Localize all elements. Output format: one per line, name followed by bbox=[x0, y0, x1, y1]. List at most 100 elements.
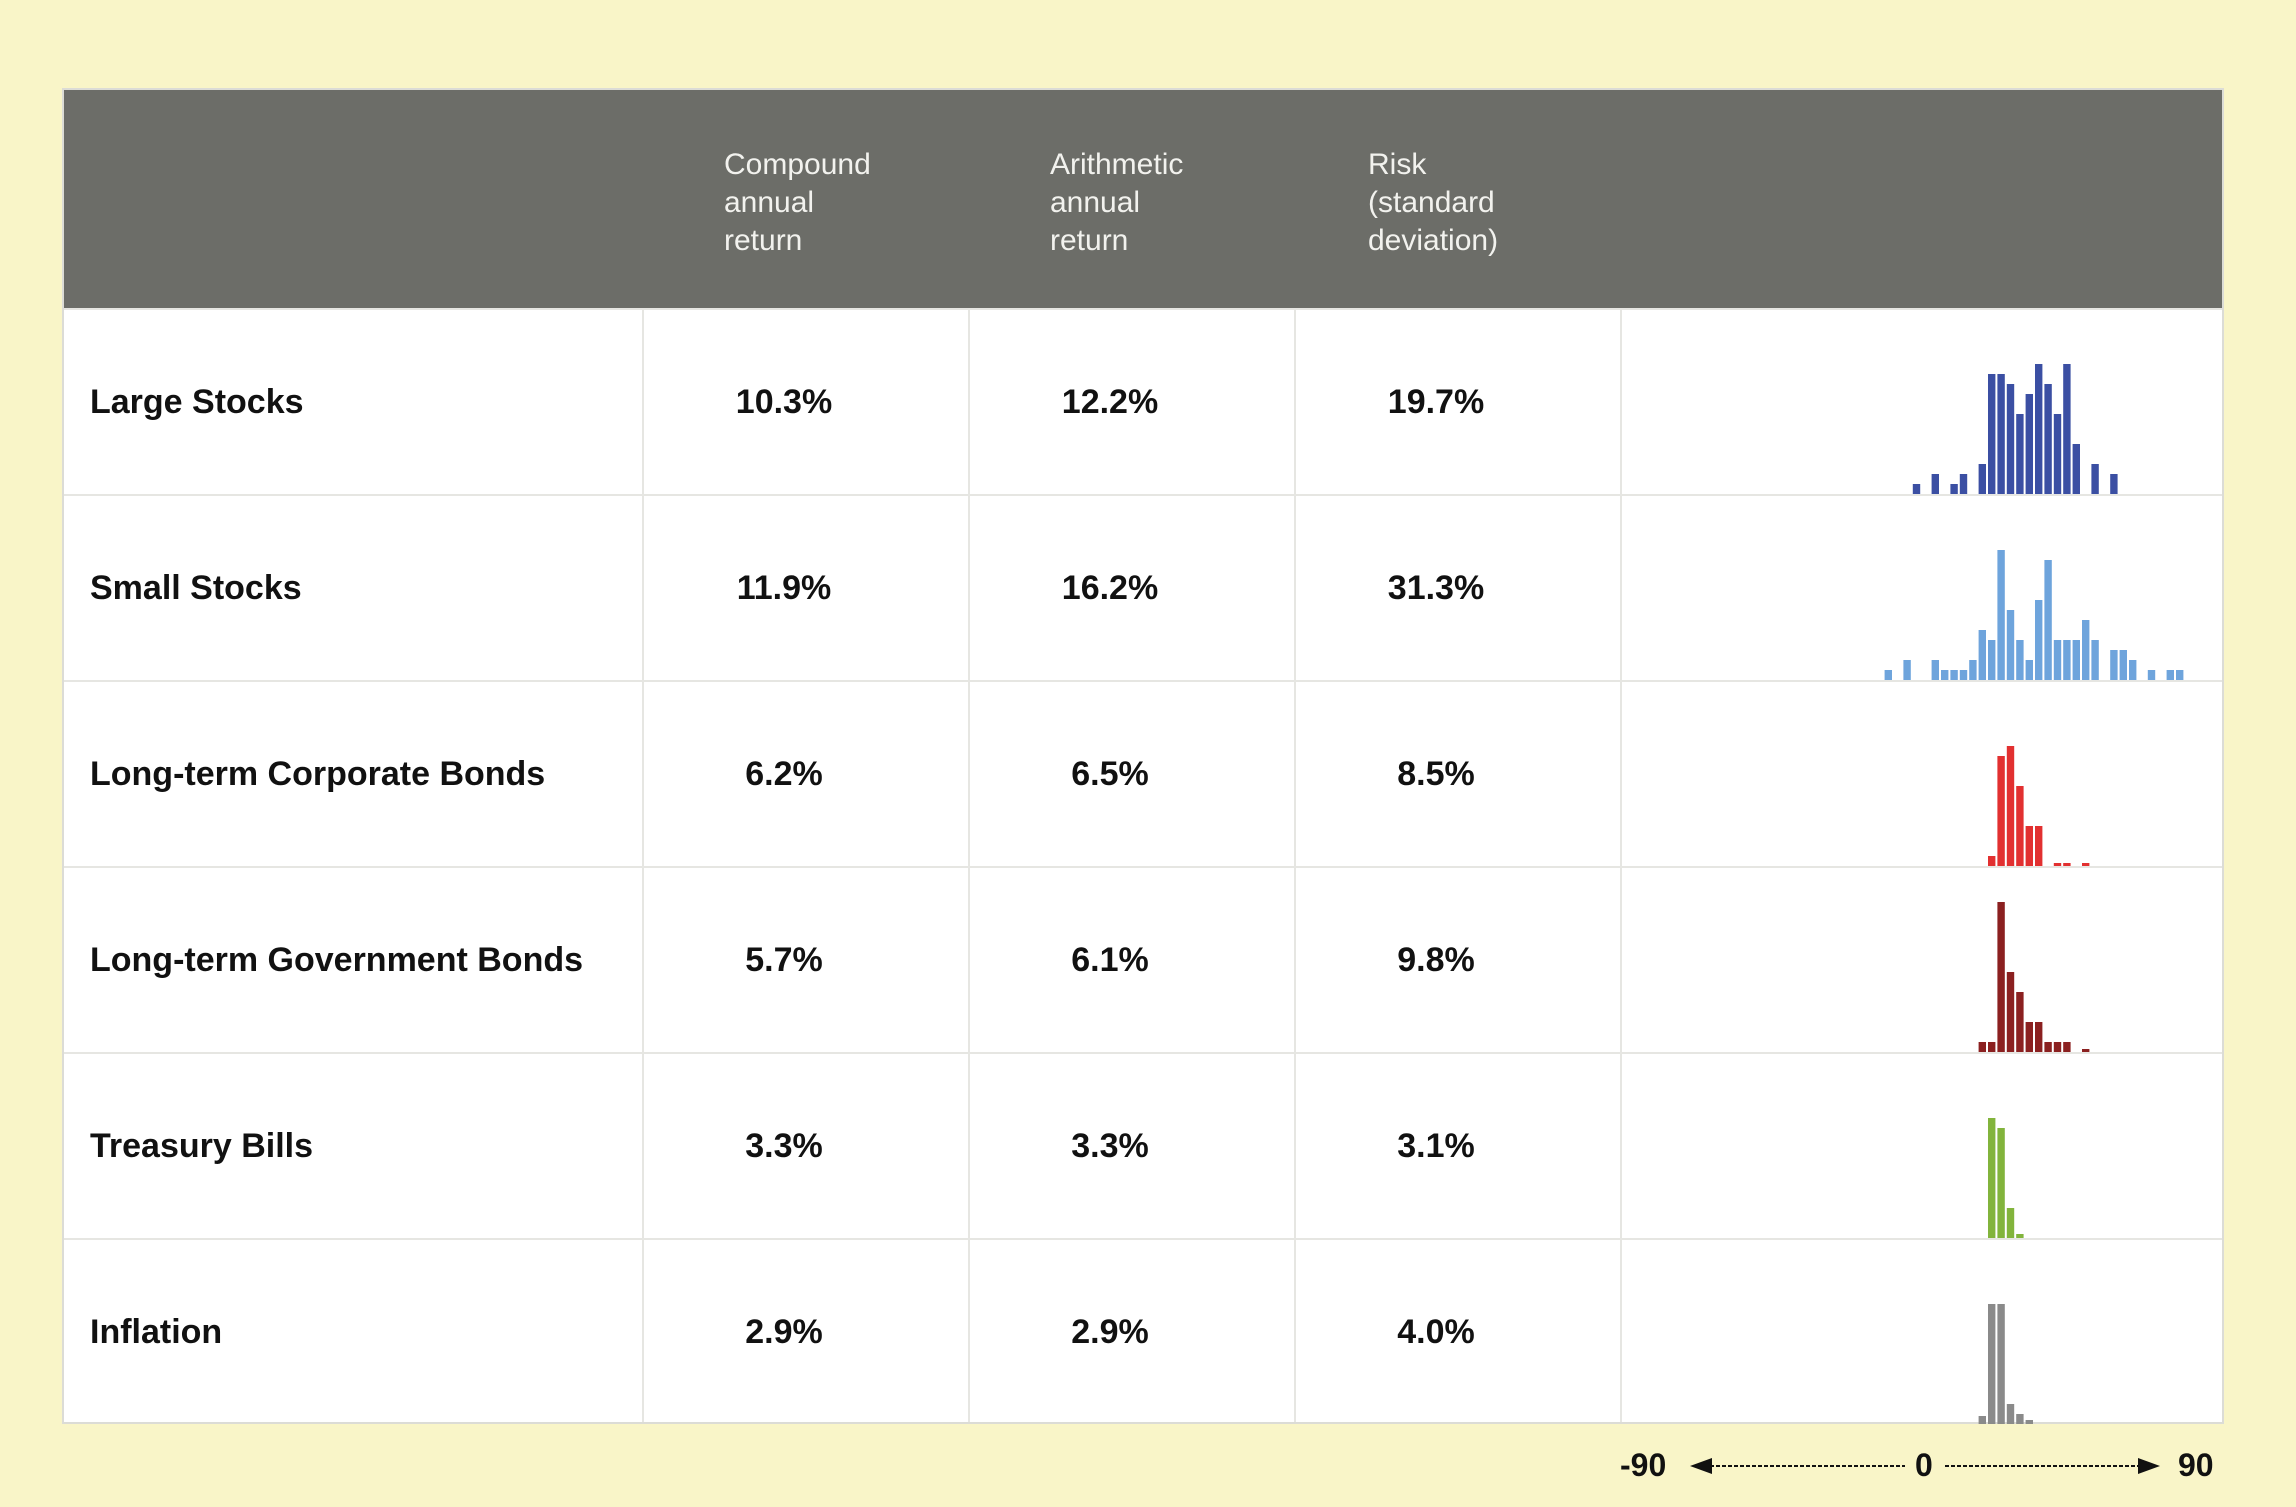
histogram-bar bbox=[1988, 640, 1996, 680]
header-risk: Risk (standard deviation) bbox=[1368, 148, 1499, 257]
histogram-bar bbox=[1997, 902, 2005, 1052]
returns-table: Compound annual return Arithmetic annual… bbox=[62, 88, 2224, 1424]
histogram bbox=[1978, 1304, 2033, 1424]
column-divider bbox=[968, 308, 970, 1422]
table-row: Small Stocks 11.9% 16.2% 31.3% bbox=[64, 494, 2222, 680]
histogram-bar bbox=[2035, 1022, 2043, 1052]
axis-left-arrow bbox=[1690, 1458, 1712, 1474]
histogram-bar bbox=[2091, 464, 2099, 494]
row-label: Large Stocks bbox=[90, 383, 304, 421]
histogram bbox=[1978, 902, 2090, 1052]
histogram-bar bbox=[1997, 1128, 2005, 1238]
histogram-bar bbox=[2072, 640, 2080, 680]
cell-arithmetic: 3.3% bbox=[1071, 1127, 1149, 1165]
table-header: Compound annual return Arithmetic annual… bbox=[64, 90, 2222, 308]
histogram-bar bbox=[2053, 640, 2062, 680]
histogram-bar bbox=[1931, 660, 1939, 680]
histogram-bar bbox=[1988, 374, 1996, 494]
histogram-bar bbox=[2053, 1042, 2062, 1052]
histogram-bar bbox=[2176, 670, 2184, 680]
table-row: Long-term Government Bonds 5.7% 6.1% 9.8% bbox=[64, 866, 2222, 1052]
cell-risk: 8.5% bbox=[1397, 755, 1475, 793]
histogram-bar bbox=[1959, 474, 1968, 494]
header-arithmetic-return: Arithmetic annual return bbox=[1050, 148, 1184, 257]
histogram-bar bbox=[2016, 414, 2024, 494]
cell-arithmetic: 2.9% bbox=[1071, 1313, 1149, 1351]
histogram-bar bbox=[1978, 1042, 1986, 1052]
histogram-bar bbox=[1950, 670, 1958, 680]
histogram-bar bbox=[2063, 364, 2071, 494]
histogram-bar bbox=[1941, 670, 1949, 680]
row-label: Inflation bbox=[90, 1313, 223, 1351]
histogram-bar bbox=[2119, 650, 2127, 680]
cell-arithmetic: 16.2% bbox=[1061, 569, 1159, 607]
cell-compound: 2.9% bbox=[745, 1313, 823, 1351]
axis-right-arrow bbox=[2138, 1458, 2160, 1474]
column-divider bbox=[1294, 308, 1296, 1422]
cell-arithmetic: 6.1% bbox=[1071, 941, 1149, 979]
histogram-bar bbox=[2053, 414, 2062, 494]
cell-risk: 31.3% bbox=[1387, 569, 1485, 607]
histogram-bar bbox=[2044, 384, 2052, 494]
cell-compound: 6.2% bbox=[745, 755, 823, 793]
table-row: Long-term Corporate Bonds 6.2% 6.5% 8.5% bbox=[64, 680, 2222, 866]
histogram-bar bbox=[2035, 826, 2043, 866]
histogram-bar bbox=[2147, 670, 2156, 680]
histogram-bar bbox=[2025, 394, 2033, 494]
cell-arithmetic: 12.2% bbox=[1061, 383, 1159, 421]
histogram-bar bbox=[2006, 610, 2015, 680]
row-label: Long-term Government Bonds bbox=[90, 941, 584, 979]
row-label: Small Stocks bbox=[90, 569, 302, 607]
histogram-bar bbox=[2035, 364, 2043, 494]
histogram-bar bbox=[2016, 992, 2024, 1052]
row-label: Treasury Bills bbox=[90, 1127, 314, 1165]
histogram-bar bbox=[2025, 826, 2033, 866]
histogram-bar bbox=[2006, 1404, 2015, 1424]
cell-compound: 5.7% bbox=[745, 941, 823, 979]
histogram-bar bbox=[2025, 1022, 2033, 1052]
header-compound-return: Compound annual return bbox=[724, 148, 871, 257]
cell-arithmetic: 6.5% bbox=[1071, 755, 1149, 793]
histogram-bar bbox=[2110, 650, 2118, 680]
histogram-bar bbox=[1988, 1304, 1996, 1424]
histogram-bar bbox=[2072, 444, 2080, 494]
histogram-bar bbox=[2006, 746, 2015, 866]
cell-risk: 19.7% bbox=[1387, 383, 1485, 421]
histogram-bar bbox=[1912, 484, 1921, 494]
histogram-bar bbox=[2044, 1042, 2052, 1052]
distribution-axis: -90 0 90 bbox=[1540, 1440, 2240, 1490]
histogram-bar bbox=[2129, 660, 2137, 680]
cell-risk: 4.0% bbox=[1397, 1313, 1475, 1351]
histogram-bar bbox=[2063, 640, 2071, 680]
histogram-bar bbox=[1988, 1042, 1996, 1052]
histogram-bar bbox=[1969, 660, 1977, 680]
histogram-bar bbox=[2016, 1414, 2024, 1424]
column-divider bbox=[1620, 308, 1622, 1422]
cell-compound: 11.9% bbox=[736, 569, 832, 607]
table-row: Inflation 2.9% 2.9% 4.0% bbox=[64, 1238, 2222, 1424]
histogram-bar bbox=[2006, 972, 2015, 1052]
histogram-bar bbox=[1997, 756, 2005, 866]
histogram-bar bbox=[2044, 560, 2052, 680]
histogram-bar bbox=[1997, 1304, 2005, 1424]
histogram-bar bbox=[1997, 550, 2005, 680]
cell-risk: 9.8% bbox=[1397, 941, 1475, 979]
histogram-bar bbox=[2063, 1042, 2071, 1052]
histogram-bar bbox=[1978, 630, 1986, 680]
row-label: Long-term Corporate Bonds bbox=[90, 755, 546, 793]
histogram-bar bbox=[1988, 856, 1996, 866]
histogram-bar bbox=[2091, 640, 2099, 680]
histogram-bar bbox=[2166, 670, 2174, 680]
histogram-bar bbox=[1959, 670, 1968, 680]
histogram-bar bbox=[2006, 384, 2015, 494]
histogram bbox=[1884, 550, 2184, 680]
table-row: Large Stocks 10.3% 12.2% 19.7% bbox=[64, 308, 2222, 494]
cell-risk: 3.1% bbox=[1397, 1127, 1475, 1165]
table-row: Treasury Bills 3.3% 3.3% 3.1% bbox=[64, 1052, 2222, 1238]
histogram-bar bbox=[1988, 1118, 1996, 1238]
histogram-bar bbox=[1950, 484, 1958, 494]
histogram bbox=[1912, 364, 2118, 494]
histogram-bar bbox=[2016, 640, 2024, 680]
histogram-bar bbox=[2035, 600, 2043, 680]
histogram-bar bbox=[2016, 786, 2024, 866]
